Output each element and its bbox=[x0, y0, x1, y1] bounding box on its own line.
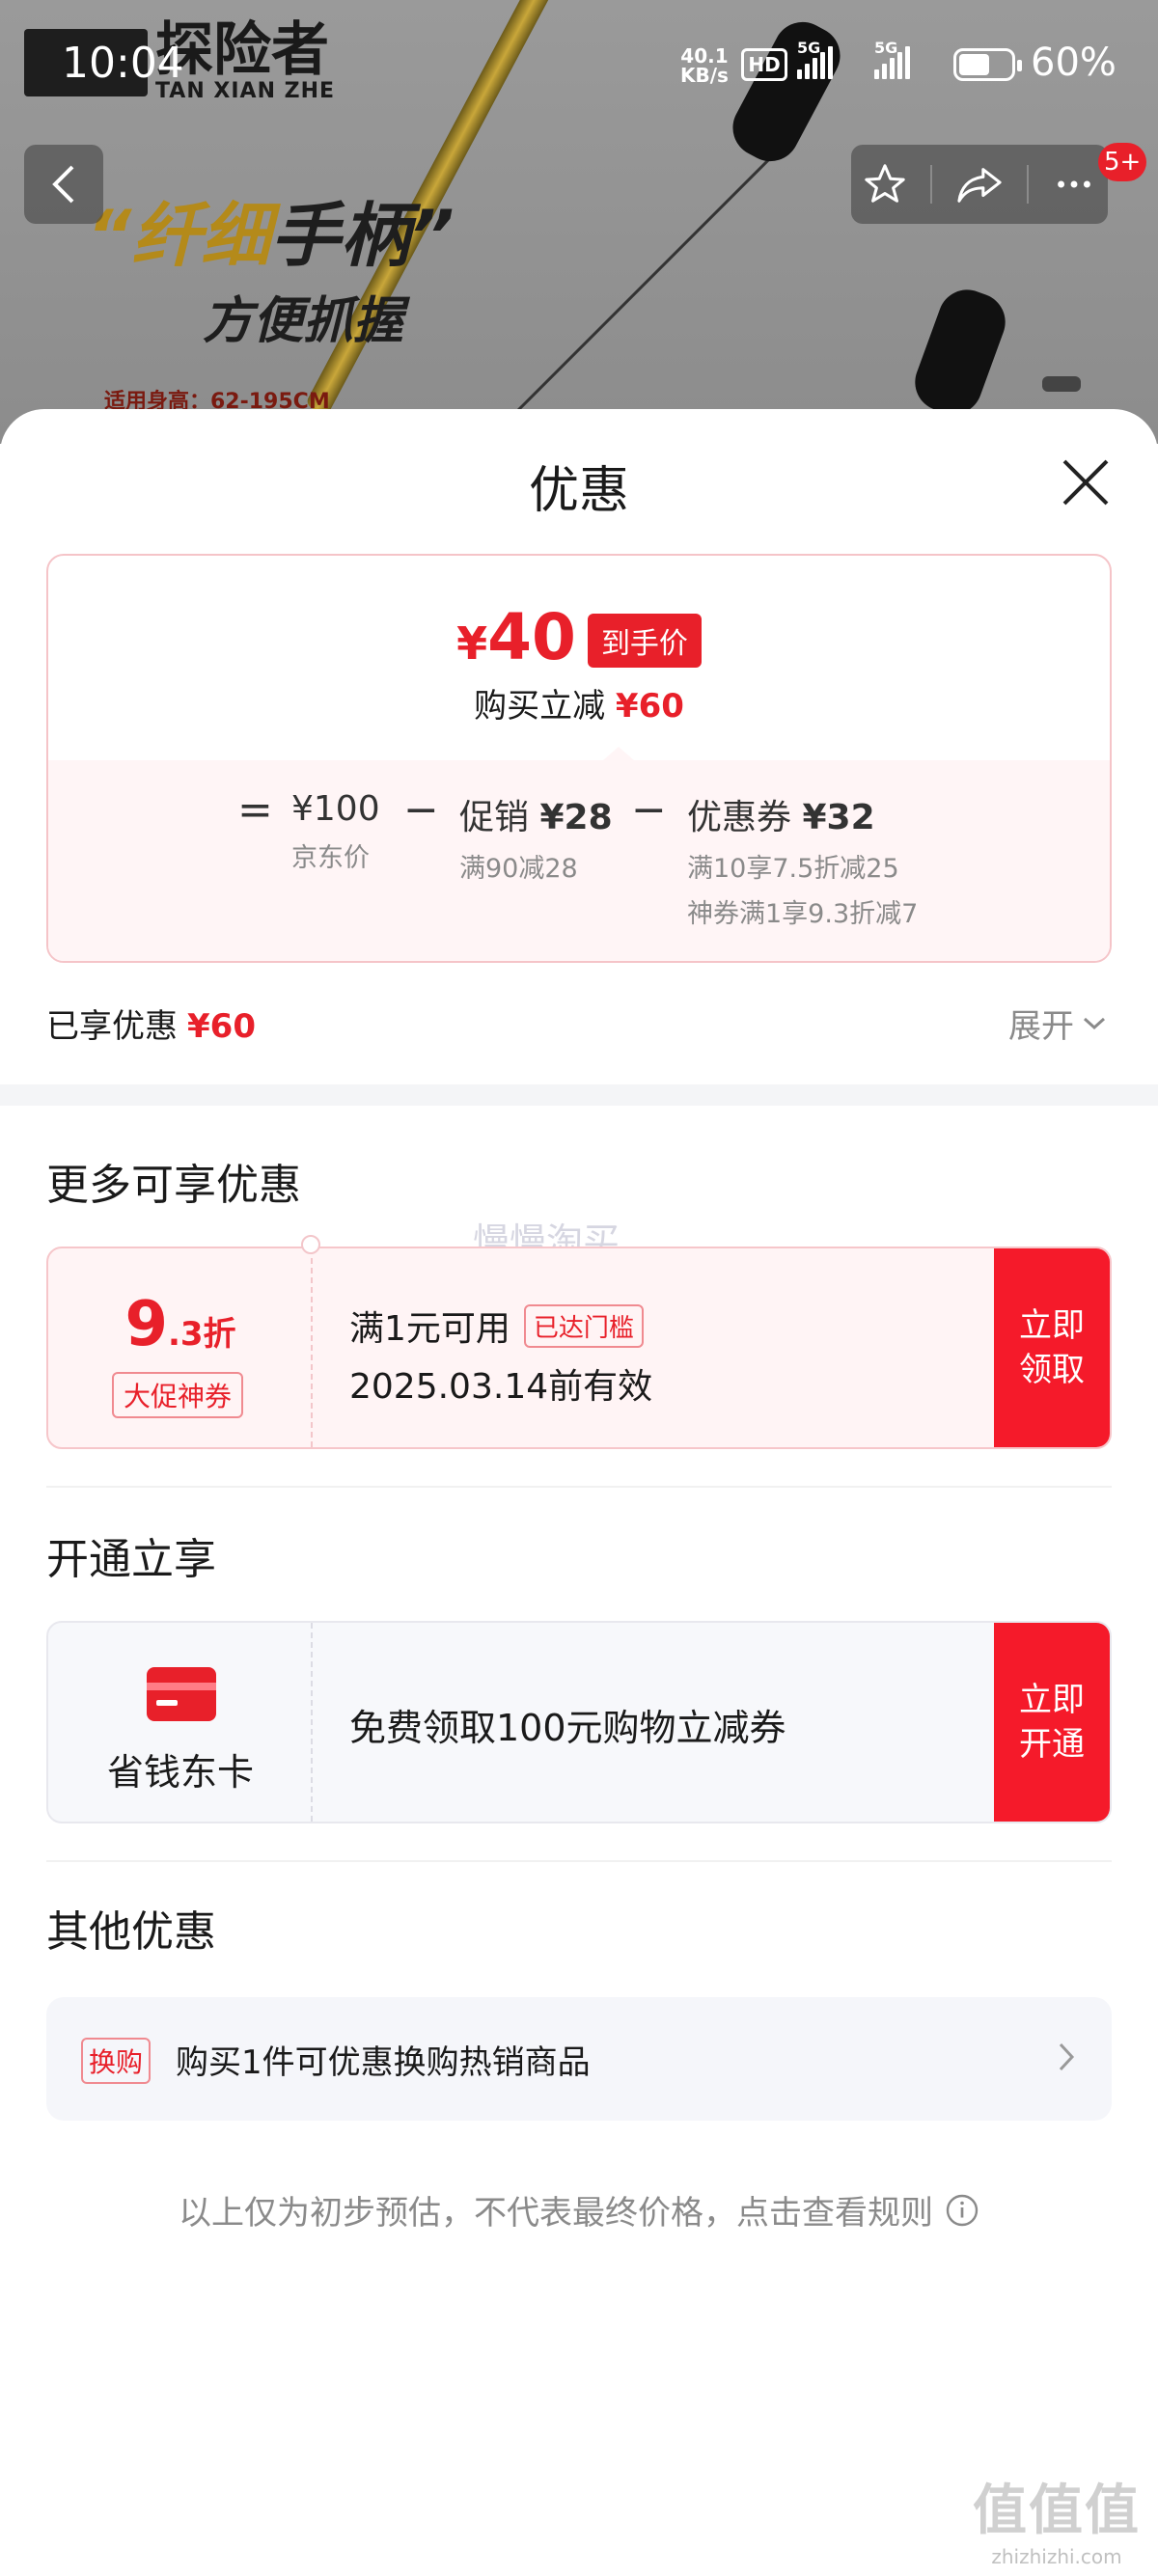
coupon-left: 9.3折 大促神券 bbox=[48, 1248, 313, 1447]
signal-2-label: 5G bbox=[874, 39, 898, 57]
coupon-rule-2: 神券满1享9.3折减7 bbox=[687, 899, 919, 929]
savings-card-label: 省钱东卡 bbox=[106, 1751, 254, 1794]
divider bbox=[46, 1486, 1112, 1488]
promo-label: 促销 bbox=[459, 798, 530, 837]
signal-1-label: 5G bbox=[797, 39, 821, 57]
network-speed: 40.1 KB/s bbox=[680, 46, 729, 85]
enjoyed-amount: ¥60 bbox=[187, 1007, 256, 1046]
coupon-line: 优惠券 ¥32 bbox=[687, 789, 918, 839]
share-icon[interactable] bbox=[955, 162, 1004, 206]
disclaimer-text: 以上仅为初步预估，不代表最终价格，点击查看规则 bbox=[179, 2194, 933, 2233]
slogan-highlight: “纤细 bbox=[87, 195, 271, 276]
trade-in-tag: 换购 bbox=[81, 2038, 152, 2084]
info-icon bbox=[946, 2194, 979, 2226]
threshold-reached-badge: 已达门槛 bbox=[523, 1303, 644, 1348]
price-breakdown: = ¥100 京东价 − 促销 ¥28 满90减28 − 优惠券 ¥32 满10… bbox=[48, 747, 1110, 961]
coupon-amount: ¥32 bbox=[802, 798, 875, 837]
trekking-pole-tip bbox=[1042, 376, 1081, 392]
claim-coupon-button[interactable]: 立即领取 bbox=[994, 1248, 1110, 1447]
minus-sign-2: − bbox=[631, 785, 667, 835]
other-offers-title: 其他优惠 bbox=[46, 1907, 216, 1957]
star-favorite-icon[interactable] bbox=[863, 162, 907, 206]
trade-in-text: 购买1件可优惠换购热销商品 bbox=[176, 2043, 591, 2082]
jd-price-value: ¥100 bbox=[291, 789, 380, 829]
product-slogan-2: 方便抓握 bbox=[203, 292, 404, 350]
chevron-down-icon bbox=[1083, 1017, 1106, 1029]
signal-icon-2: 5G bbox=[874, 39, 910, 79]
status-bar: 10:04 40.1 KB/s HD 5G 5G 60% bbox=[0, 0, 1158, 135]
promo-discount: 促销 ¥28 满90减28 bbox=[459, 789, 613, 885]
jd-price: ¥100 京东价 bbox=[291, 789, 380, 874]
promo-amount: ¥28 bbox=[539, 798, 613, 837]
slogan-rest: 手柄” bbox=[270, 195, 455, 276]
reduce-row: 购买立减 ¥60 bbox=[48, 679, 1110, 726]
promo-rule: 满90减28 bbox=[459, 854, 578, 884]
price-breakdown-card: ¥40 到手价 购买立减 ¥60 = ¥100 京东价 − 促销 ¥28 满90… bbox=[46, 554, 1112, 963]
final-price-row: ¥40 到手价 bbox=[48, 604, 1110, 677]
network-speed-unit: KB/s bbox=[680, 64, 729, 87]
reduce-label: 购买立减 bbox=[474, 687, 606, 726]
open-card-button[interactable]: 立即开通 bbox=[994, 1623, 1110, 1822]
promo-line: 促销 ¥28 bbox=[459, 789, 613, 839]
chevron-right-icon bbox=[1059, 2042, 1075, 2071]
back-button[interactable] bbox=[24, 145, 103, 224]
battery-icon bbox=[953, 48, 1022, 81]
credit-card-icon bbox=[147, 1667, 216, 1721]
enjoyed-label: 已享优惠 bbox=[46, 1007, 178, 1046]
enjoyed-discount: 已享优惠 ¥60 bbox=[46, 1000, 256, 1047]
hd-voice-icon: HD bbox=[741, 48, 787, 81]
sheet-title: 优惠 bbox=[528, 462, 629, 520]
watermark-url: zhizhizhi.com bbox=[991, 2545, 1122, 2568]
signal-icon-1: 5G bbox=[797, 39, 833, 79]
savings-card-left: 省钱东卡 bbox=[48, 1623, 313, 1822]
chevron-left-icon bbox=[52, 165, 74, 204]
promo-coupon-card: 9.3折 大促神券 满1元可用 已达门槛 2025.03.14前有效 立即领取 bbox=[46, 1247, 1112, 1449]
product-slogan: “纤细手柄” bbox=[87, 178, 455, 280]
close-icon[interactable] bbox=[1057, 453, 1115, 511]
message-badge: 5+ bbox=[1098, 143, 1147, 181]
coupon-label: 优惠券 bbox=[687, 798, 792, 837]
final-price: ¥40 bbox=[456, 604, 576, 677]
clock: 10:04 bbox=[62, 39, 184, 88]
coupon-condition: 满1元可用 bbox=[349, 1309, 510, 1349]
divider-2 bbox=[46, 1860, 1112, 1862]
coupon-discount: 优惠券 ¥32 满10享7.5折减25 神券满1享9.3折减7 bbox=[687, 789, 918, 930]
trade-in-offer-row[interactable]: 换购 购买1件可优惠换购热销商品 bbox=[46, 1997, 1112, 2121]
nav-actions bbox=[851, 145, 1108, 224]
coupon-discount-big: 9 bbox=[124, 1289, 168, 1360]
coupon-type-tag: 大促神券 bbox=[112, 1372, 244, 1418]
currency-symbol: ¥ bbox=[456, 617, 488, 670]
coupon-discount-small: .3折 bbox=[167, 1315, 236, 1354]
reduce-amount: ¥60 bbox=[615, 687, 684, 726]
expand-button[interactable]: 展开 bbox=[1008, 1000, 1107, 1047]
section-divider bbox=[0, 1084, 1158, 1106]
jd-price-label: 京东价 bbox=[291, 843, 370, 873]
expand-label: 展开 bbox=[1008, 1007, 1074, 1046]
battery-percent: 60% bbox=[1031, 41, 1117, 85]
disclaimer[interactable]: 以上仅为初步预估，不代表最终价格，点击查看规则 bbox=[0, 2186, 1158, 2233]
battery-fill bbox=[959, 54, 989, 75]
more-icon[interactable] bbox=[1052, 162, 1096, 206]
corner-watermark: 值值值 zhizhizhi.com bbox=[973, 2467, 1141, 2568]
coupon-rule-1: 满10享7.5折减25 bbox=[687, 854, 899, 884]
coupon-discount-value: 9.3折 bbox=[48, 1289, 313, 1360]
watermark-logo: 值值值 bbox=[973, 2480, 1141, 2542]
final-price-tag: 到手价 bbox=[587, 614, 702, 668]
coupon-notch-top bbox=[301, 1235, 320, 1254]
offers-sheet: 优惠 ¥40 到手价 购买立减 ¥60 = ¥100 京东价 − 促销 ¥28 … bbox=[0, 409, 1158, 2576]
minus-sign-1: − bbox=[403, 785, 439, 835]
coupon-validity: 2025.03.14前有效 bbox=[349, 1367, 653, 1407]
coupon-condition-row: 满1元可用 已达门槛 bbox=[349, 1301, 644, 1351]
equals-sign: = bbox=[237, 785, 273, 835]
network-speed-value: 40.1 bbox=[680, 44, 729, 68]
open-enjoy-title: 开通立享 bbox=[46, 1535, 216, 1584]
savings-card-offer: 省钱东卡 免费领取100元购物立减券 立即开通 bbox=[46, 1621, 1112, 1823]
savings-card-description: 免费领取100元购物立减券 bbox=[349, 1707, 786, 1749]
final-price-value: 40 bbox=[487, 600, 576, 674]
more-offers-title: 更多可享优惠 bbox=[46, 1161, 301, 1210]
